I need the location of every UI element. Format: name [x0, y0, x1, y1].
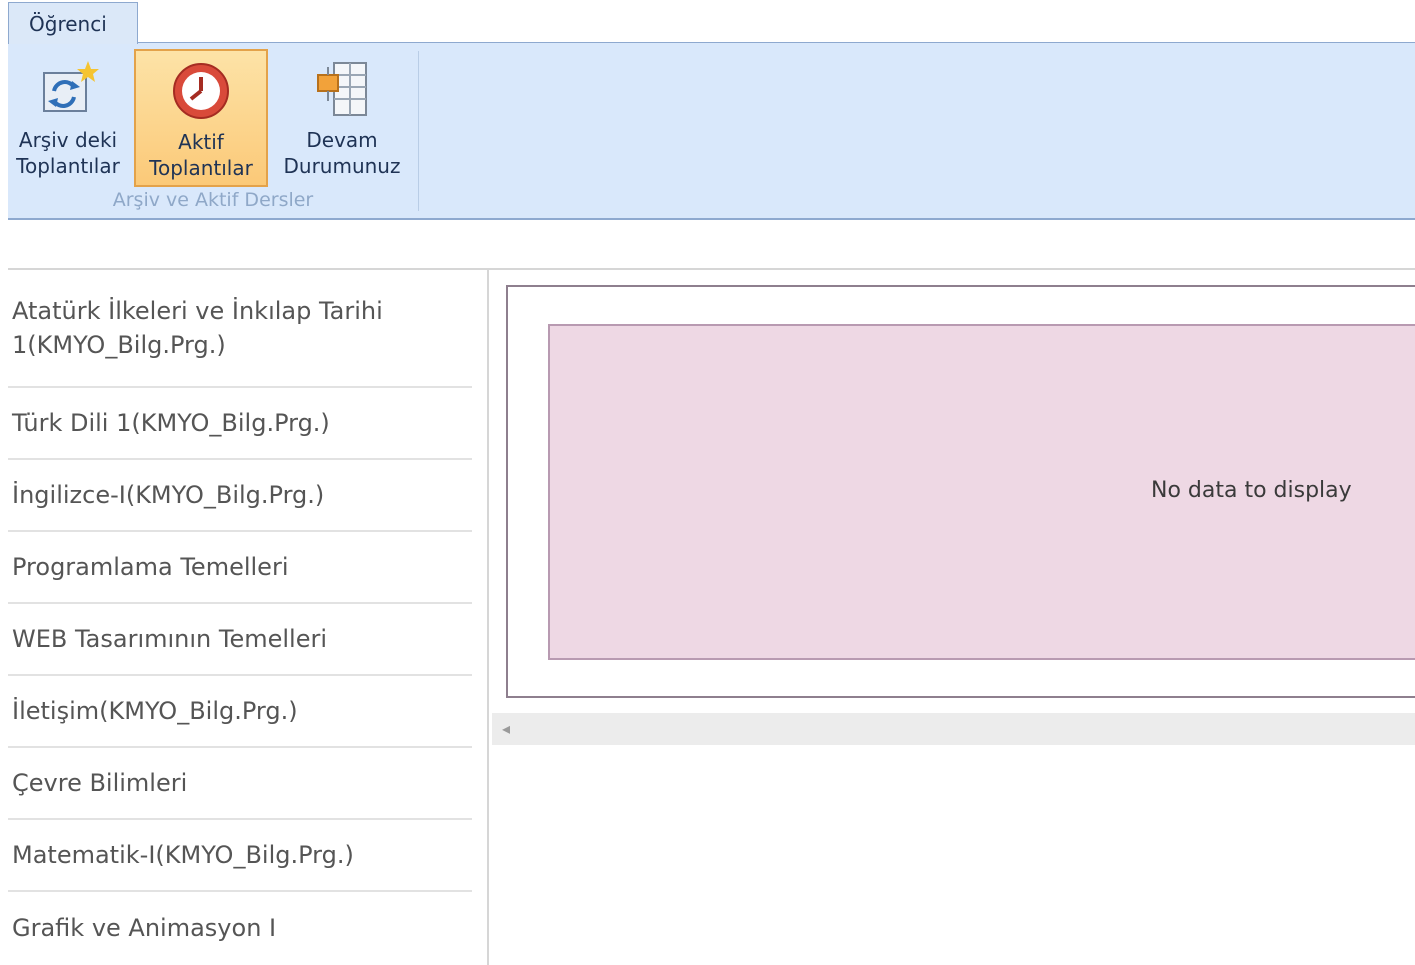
- course-label: İletişim(KMYO_Bilg.Prg.): [12, 697, 298, 725]
- course-list: Atatürk İlkeleri ve İnkılap Tarihi 1(KMY…: [8, 270, 472, 964]
- attendance-status-label: Devam Durumunuz: [283, 128, 401, 178]
- archived-meetings-label: Arşiv deki Toplantılar: [16, 128, 120, 178]
- course-item-grafik-animasyon[interactable]: Grafik ve Animasyon I: [8, 892, 472, 964]
- course-item-turk-dili[interactable]: Türk Dili 1(KMYO_Bilg.Prg.): [8, 388, 472, 460]
- course-label: Programlama Temelleri: [12, 553, 289, 581]
- course-label: Türk Dili 1(KMYO_Bilg.Prg.): [12, 409, 330, 437]
- ribbon-group-label: Arşiv ve Aktif Dersler: [112, 189, 314, 211]
- ribbon-group-separator: [418, 51, 419, 211]
- horizontal-scrollbar[interactable]: ◂: [492, 713, 1415, 745]
- attendance-sheet-icon: [317, 62, 367, 116]
- course-label: 1(KMYO_Bilg.Prg.): [12, 331, 226, 359]
- archive-refresh-icon: [43, 61, 99, 112]
- attendance-status-button[interactable]: Devam Durumunuz: [274, 49, 410, 187]
- no-data-message: No data to display: [1151, 478, 1352, 503]
- course-label: Atatürk İlkeleri ve İnkılap Tarihi: [12, 297, 383, 325]
- active-meetings-button[interactable]: Aktif Toplantılar: [134, 49, 268, 187]
- clock-icon: [173, 63, 229, 119]
- course-label: Grafik ve Animasyon I: [12, 914, 277, 942]
- course-label: İngilizce-I(KMYO_Bilg.Prg.): [12, 481, 325, 509]
- active-meetings-label: Aktif Toplantılar: [149, 130, 253, 180]
- course-item-web-tasarimi[interactable]: WEB Tasarımının Temelleri: [8, 604, 472, 676]
- archived-meetings-button[interactable]: Arşiv deki Toplantılar: [8, 49, 128, 187]
- course-item-programlama-temelleri[interactable]: Programlama Temelleri: [8, 532, 472, 604]
- course-item-matematik[interactable]: Matematik-I(KMYO_Bilg.Prg.): [8, 820, 472, 892]
- course-label: Matematik-I(KMYO_Bilg.Prg.): [12, 841, 354, 869]
- course-label: WEB Tasarımının Temelleri: [12, 625, 328, 653]
- panel-vertical-divider: [487, 270, 489, 965]
- ribbon-toolbar: Arşiv deki Toplantılar Aktif Toplantılar: [8, 42, 1415, 220]
- course-item-ataturk-ilkeleri[interactable]: Atatürk İlkeleri ve İnkılap Tarihi 1(KMY…: [8, 270, 472, 388]
- scroll-left-icon[interactable]: ◂: [502, 719, 510, 738]
- course-label: Çevre Bilimleri: [12, 769, 188, 797]
- course-item-cevre-bilimleri[interactable]: Çevre Bilimleri: [8, 748, 472, 820]
- course-item-ingilizce[interactable]: İngilizce-I(KMYO_Bilg.Prg.): [8, 460, 472, 532]
- course-item-iletisim[interactable]: İletişim(KMYO_Bilg.Prg.): [8, 676, 472, 748]
- tab-ogrenci[interactable]: Öğrenci: [8, 2, 138, 44]
